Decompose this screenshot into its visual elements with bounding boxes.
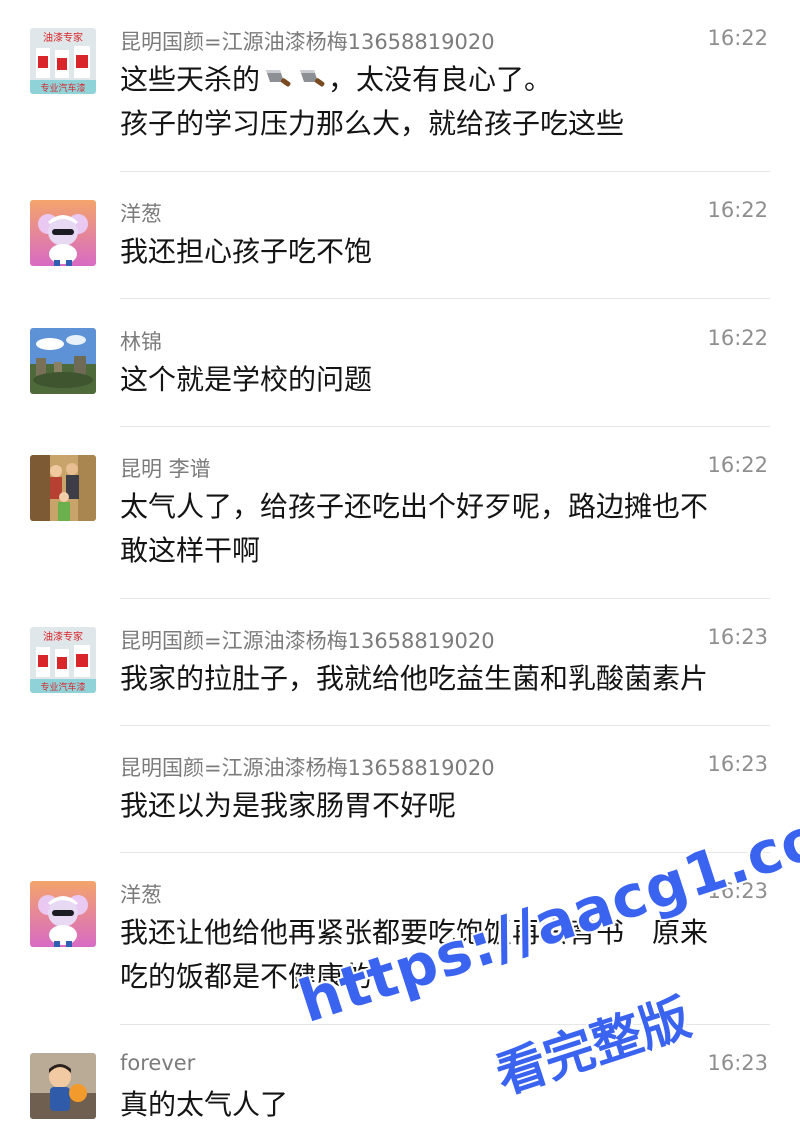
divider (120, 426, 770, 427)
text-line: 敢这样干啊 (120, 534, 261, 567)
message-time: 16:23 (707, 879, 768, 903)
divider (120, 298, 770, 299)
sender-name[interactable]: 昆明国颜=江源油漆杨梅13658819020 (120, 26, 495, 56)
text-line: 真的太气人了 (120, 1088, 289, 1121)
cartoon-mouse-avatar[interactable] (30, 881, 96, 947)
paint-shop-avatar[interactable]: 油漆专家 专业汽车漆 (30, 28, 96, 94)
sender-name[interactable]: 林锦 (120, 326, 162, 356)
message-text: 我还让他给他再紧张都要吃饱饭再去背书 原来 吃的饭都是不健康的 (120, 911, 768, 999)
svg-text:专业汽车漆: 专业汽车漆 (40, 681, 85, 693)
divider (120, 725, 770, 726)
message-text: 太气人了，给孩子还吃出个好歹呢，路边摊也不 敢这样干啊 (120, 485, 768, 573)
sender-name[interactable]: forever (120, 1051, 195, 1075)
text-segment: ，太没有良心了。 (328, 63, 553, 96)
message-text: 这个就是学校的问题 (120, 358, 768, 402)
message-time: 16:23 (707, 752, 768, 776)
paint-shop-avatar[interactable]: 油漆专家 专业汽车漆 (30, 627, 96, 693)
sender-name[interactable]: 昆明国颜=江源油漆杨梅13658819020 (120, 752, 495, 782)
cartoon-mouse-avatar[interactable] (30, 200, 96, 266)
svg-text:油漆专家: 油漆专家 (43, 31, 83, 44)
sender-name[interactable]: 洋葱 (120, 198, 162, 228)
text-line: 我还以为是我家肠胃不好呢 (120, 789, 457, 822)
text-line: 吃的饭都是不健康的 (120, 960, 373, 993)
family-photo-avatar[interactable] (30, 455, 96, 521)
divider (120, 852, 770, 853)
child-photo-avatar[interactable] (30, 1053, 96, 1119)
message-time: 16:23 (707, 1051, 768, 1075)
message-time: 16:22 (707, 26, 768, 50)
message-time: 16:22 (707, 198, 768, 222)
message-time: 16:22 (707, 326, 768, 350)
message-text: 我还担心孩子吃不饱 (120, 230, 768, 274)
cleaver-icon (296, 61, 326, 87)
text-line: 我家的拉肚子，我就给他吃益生菌和乳酸菌素片 (120, 662, 709, 695)
text-line: 太气人了，给孩子还吃出个好歹呢，路边摊也不 (120, 490, 709, 523)
text-line: 孩子的学习压力那么大，就给孩子吃这些 (120, 107, 625, 140)
text-line: 我还让他给他再紧张都要吃饱饭再去背书 原来 (120, 916, 709, 949)
svg-text:油漆专家: 油漆专家 (43, 630, 83, 643)
message-text: 这些天杀的 ，太没有良心了。 孩子的学习压力那么大，就给孩子吃这些 (120, 58, 768, 146)
text-line: 这个就是学校的问题 (120, 363, 373, 396)
cleaver-icon (262, 61, 292, 87)
sender-name[interactable]: 洋葱 (120, 879, 162, 909)
divider (120, 1024, 770, 1025)
svg-text:专业汽车漆: 专业汽车漆 (40, 82, 85, 94)
message-time: 16:22 (707, 453, 768, 477)
divider (120, 171, 770, 172)
message-text: 我还以为是我家肠胃不好呢 (120, 784, 768, 828)
landscape-avatar[interactable] (30, 328, 96, 394)
message-time: 16:23 (707, 625, 768, 649)
sender-name[interactable]: 昆明 李谱 (120, 453, 211, 483)
message-text: 真的太气人了 (120, 1083, 768, 1127)
message-text: 我家的拉肚子，我就给他吃益生菌和乳酸菌素片 (120, 657, 768, 701)
divider (120, 598, 770, 599)
text-segment: 这些天杀的 (120, 63, 261, 96)
text-line: 我还担心孩子吃不饱 (120, 235, 373, 268)
sender-name[interactable]: 昆明国颜=江源油漆杨梅13658819020 (120, 625, 495, 655)
